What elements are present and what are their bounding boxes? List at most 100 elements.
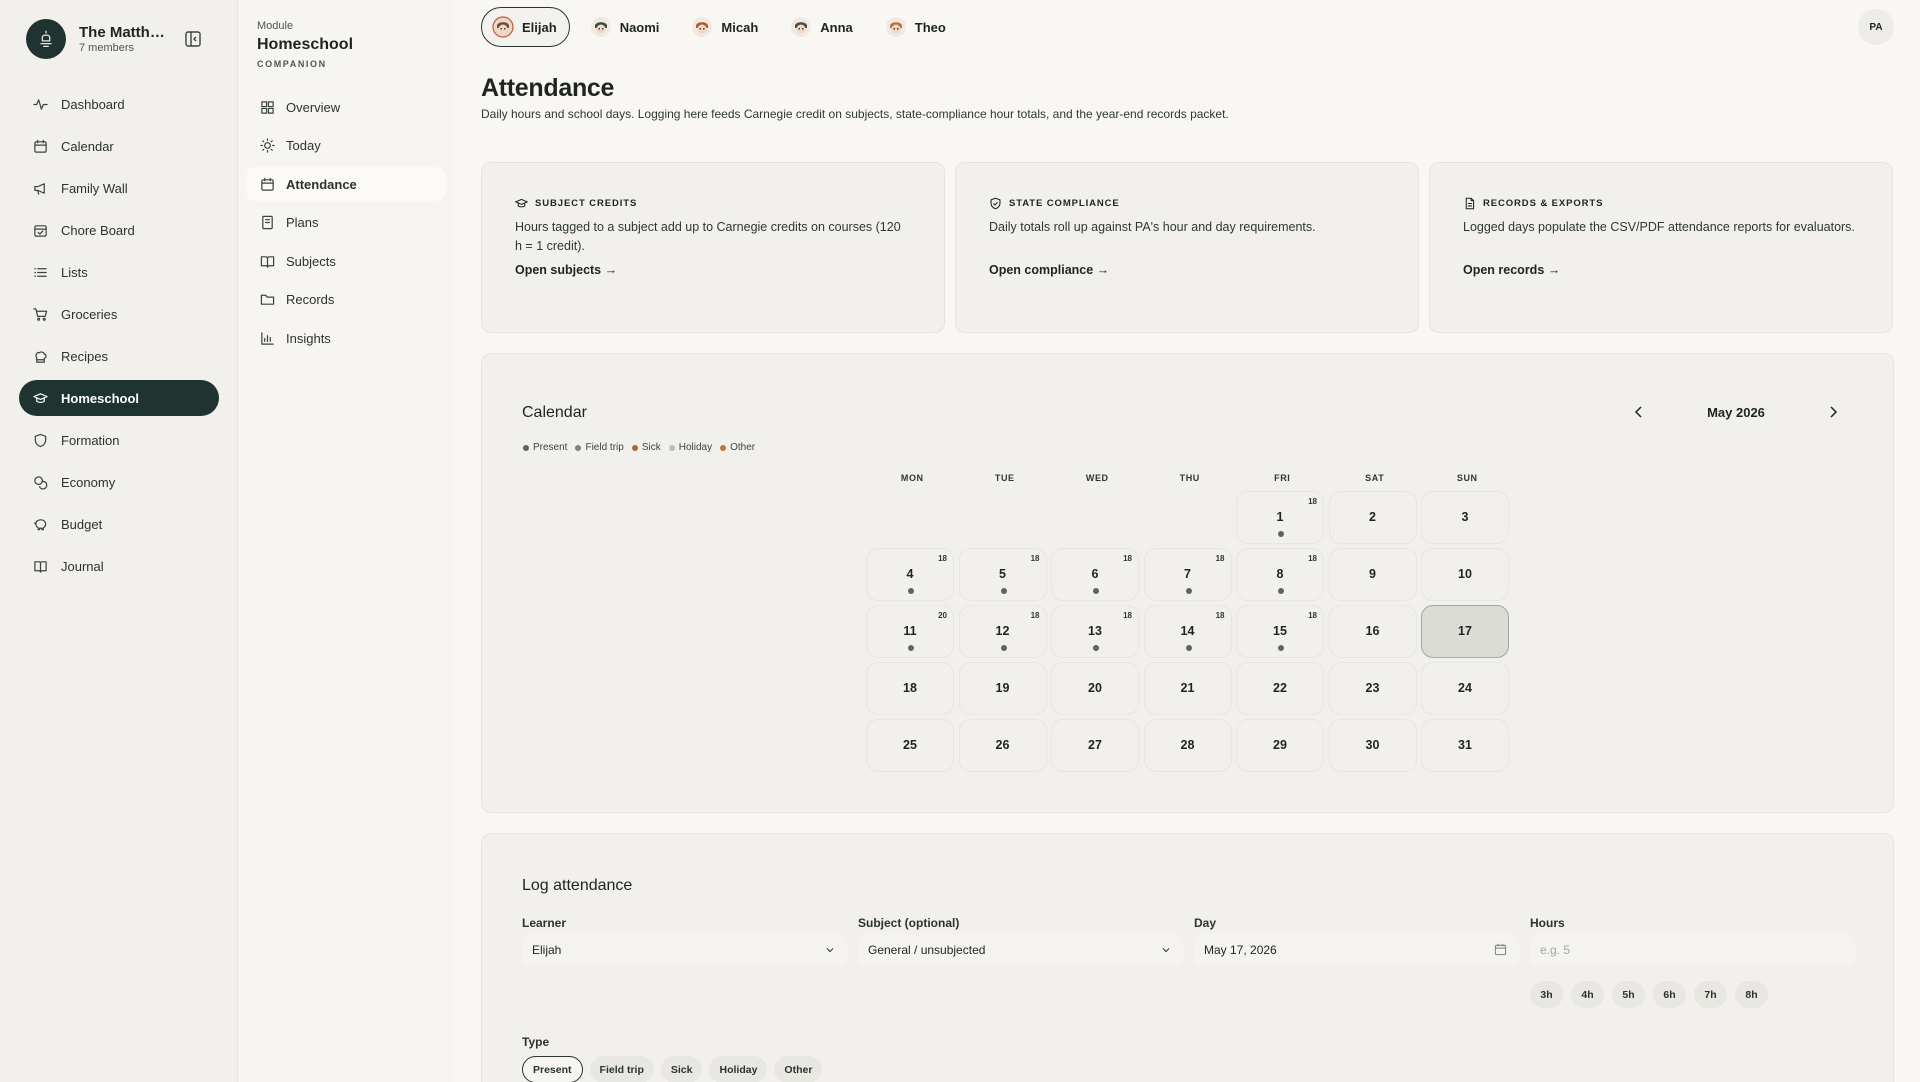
nav-item-dashboard[interactable]: Dashboard — [19, 86, 219, 122]
weekday-label: WED — [1085, 473, 1109, 483]
subject-select[interactable]: General / unsubjected — [858, 934, 1183, 966]
chevron-right-icon[interactable] — [1825, 404, 1841, 420]
hour-chip[interactable]: 3h — [1530, 981, 1563, 1008]
learner-tab-anna[interactable]: Anna — [780, 7, 865, 47]
calendar-day[interactable]: 6 18 — [1051, 548, 1139, 601]
calendar-day[interactable]: 27 — [1051, 719, 1139, 772]
hour-chip[interactable]: 8h — [1735, 981, 1768, 1008]
calendar-day[interactable]: 3 — [1421, 491, 1509, 544]
nav-item-label: Homeschool — [61, 390, 140, 406]
calendar-day[interactable]: 21 — [1143, 662, 1232, 715]
nav-item-budget[interactable]: Budget — [19, 506, 219, 542]
calendar-day[interactable]: 23 — [1328, 662, 1417, 715]
file-icon — [1465, 197, 1475, 210]
log-attendance-panel: Log attendance Learner Elijah Subject (o… — [481, 833, 1894, 1082]
calendar-day[interactable]: 28 — [1143, 719, 1232, 772]
calendar-day[interactable]: 11 20 — [866, 605, 954, 658]
calendar-day[interactable]: 30 — [1328, 719, 1417, 772]
calendar-day[interactable]: 9 — [1328, 548, 1417, 601]
learner-tab-naomi[interactable]: Naomi — [580, 7, 672, 47]
family-switcher[interactable]: The Matthe... 7 members — [26, 19, 169, 59]
calendar-day[interactable]: 15 18 — [1236, 605, 1324, 658]
module-nav-attendance[interactable]: Attendance — [246, 167, 446, 201]
type-chip-sick[interactable]: Sick — [660, 1056, 703, 1082]
calendar-day[interactable]: 5 18 — [958, 548, 1047, 601]
calendar-day[interactable]: 17 — [1421, 605, 1509, 658]
calendar-day[interactable]: 19 — [958, 662, 1047, 715]
calendar-day[interactable]: 18 — [866, 662, 954, 715]
nav-item-chore-board[interactable]: Chore Board — [19, 212, 219, 248]
learner-tab-elijah[interactable]: Elijah — [481, 7, 570, 47]
nav-item-family-wall[interactable]: Family Wall — [19, 170, 219, 206]
hour-chip[interactable]: 4h — [1571, 981, 1604, 1008]
calendar-day[interactable]: 14 18 — [1143, 605, 1232, 658]
day-number: 11 — [903, 624, 917, 638]
calendar-day[interactable]: 31 — [1421, 719, 1509, 772]
calendar-day[interactable]: 4 18 — [866, 548, 954, 601]
sidebar-collapse-icon[interactable] — [184, 30, 202, 48]
calendar-day[interactable]: 16 — [1328, 605, 1417, 658]
chevron-left-icon[interactable] — [1631, 404, 1647, 420]
type-chip-field-trip[interactable]: Field trip — [589, 1056, 654, 1082]
nav-item-recipes[interactable]: Recipes — [19, 338, 219, 374]
module-nav-records[interactable]: Records — [246, 283, 446, 317]
open-subjects-link[interactable]: Open subjects → — [515, 263, 617, 277]
day-number: 28 — [1180, 738, 1195, 752]
learner-select[interactable]: Elijah — [522, 934, 847, 966]
hour-chip[interactable]: 5h — [1612, 981, 1645, 1008]
learner-tab-theo[interactable]: Theo — [875, 7, 958, 47]
nav-item-journal[interactable]: Journal — [19, 548, 219, 584]
legend-label: Field trip — [585, 442, 624, 453]
type-chip-holiday[interactable]: Holiday — [709, 1056, 768, 1082]
nav-item-lists[interactable]: Lists — [19, 254, 219, 290]
module-nav-subjects[interactable]: Subjects — [246, 244, 446, 278]
hour-chip[interactable]: 6h — [1653, 981, 1686, 1008]
legend-dot — [720, 444, 727, 451]
calendar-day[interactable]: 2 — [1328, 491, 1417, 544]
hours-input[interactable]: e.g. 5 — [1530, 934, 1855, 966]
hour-chip[interactable]: 7h — [1694, 981, 1727, 1008]
calendar-day[interactable]: 8 18 — [1236, 548, 1324, 601]
day-number: 8 — [1276, 567, 1284, 581]
module-nav-plans[interactable]: Plans — [246, 206, 446, 240]
day-hours: 18 — [1123, 554, 1132, 563]
type-chip-other[interactable]: Other — [774, 1056, 823, 1082]
calendar-icon[interactable] — [1494, 943, 1507, 956]
calendar-day[interactable]: 7 18 — [1143, 548, 1232, 601]
nav-item-homeschool[interactable]: Homeschool — [19, 380, 219, 416]
day-date-field[interactable]: May 17, 2026 — [1194, 934, 1519, 966]
calendar-day[interactable]: 22 — [1236, 662, 1324, 715]
module-nav-insights[interactable]: Insights — [246, 321, 446, 355]
card-heading: SUBJECT CREDITS — [535, 198, 638, 209]
calendar-day[interactable]: 29 — [1236, 719, 1324, 772]
day-number: 13 — [1088, 624, 1102, 638]
calendar-day[interactable]: 13 18 — [1051, 605, 1139, 658]
card-heading: RECORDS & EXPORTS — [1483, 198, 1604, 209]
calendar-day[interactable]: 10 — [1421, 548, 1509, 601]
nav-item-calendar[interactable]: Calendar — [19, 128, 219, 164]
calendar-day[interactable]: 20 — [1051, 662, 1139, 715]
nav-item-label: Formation — [61, 432, 120, 448]
nav-item-economy[interactable]: Economy — [19, 464, 219, 500]
nav-item-groceries[interactable]: Groceries — [19, 296, 219, 332]
legend-dot — [523, 444, 529, 451]
nav-item-formation[interactable]: Formation — [19, 422, 219, 458]
card-body: Daily totals roll up against PA's hour a… — [989, 220, 1316, 234]
calendar-day[interactable]: 1 18 — [1236, 491, 1324, 544]
user-avatar[interactable]: PA — [1858, 9, 1894, 45]
records-exports-card: RECORDS & EXPORTS Logged days populate t… — [1429, 162, 1893, 333]
learner-avatar — [590, 16, 612, 38]
type-chip-present[interactable]: Present — [522, 1056, 583, 1082]
calendar-day[interactable]: 26 — [958, 719, 1047, 772]
open-records-link[interactable]: Open records → — [1463, 263, 1560, 277]
module-nav-today[interactable]: Today — [246, 129, 446, 163]
day-number: 15 — [1273, 624, 1287, 638]
calendar-day[interactable]: 12 18 — [958, 605, 1047, 658]
weekday-header: MON TUE WED THU FRI SAT SUN — [866, 473, 1514, 483]
calendar-day[interactable]: 25 — [866, 719, 954, 772]
learner-tab-micah[interactable]: Micah — [681, 7, 770, 47]
calendar-day[interactable]: 24 — [1421, 662, 1509, 715]
family-members-count: 7 members — [79, 42, 135, 54]
module-nav-overview[interactable]: Overview — [246, 90, 446, 124]
open-compliance-link[interactable]: Open compliance → — [989, 263, 1109, 277]
